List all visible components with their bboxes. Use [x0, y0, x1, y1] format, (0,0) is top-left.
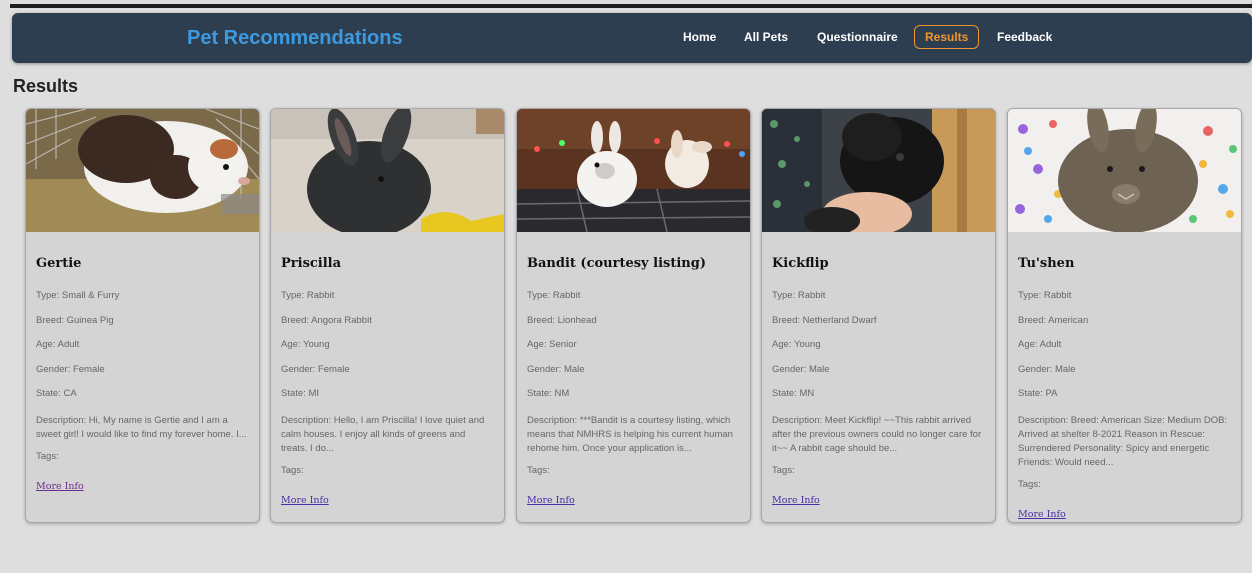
rabbit-photo: [1008, 109, 1241, 232]
pet-type: Type: Rabbit: [527, 290, 581, 301]
pet-type: Type: Small & Furry: [36, 290, 120, 301]
pet-card-priscilla: Priscilla Type: Rabbit Breed: Angora Rab…: [270, 108, 505, 523]
pet-state: State: PA: [1018, 388, 1058, 399]
more-info-link[interactable]: More Info: [772, 496, 820, 506]
pet-age: Age: Senior: [527, 339, 577, 350]
pet-breed: Breed: Guinea Pig: [36, 314, 114, 326]
pet-breed: Breed: American: [1018, 314, 1089, 326]
more-info-link[interactable]: More Info: [1018, 510, 1066, 520]
nav-link-questionnaire[interactable]: Questionnaire: [806, 25, 909, 49]
pet-breed: Breed: Netherland Dwarf: [772, 314, 877, 326]
pet-tags: Tags:: [1018, 478, 1041, 490]
pet-gender: Gender: Male: [1018, 363, 1076, 375]
pet-breed: Breed: Lionhead: [527, 314, 597, 326]
pet-tags: Tags:: [281, 464, 304, 476]
navbar: Pet Recommendations Home All Pets Questi…: [12, 13, 1252, 63]
pet-name: Kickflip: [772, 256, 829, 271]
pet-state: State: MN: [772, 388, 815, 399]
pet-card-tushen: Tu'shen Type: Rabbit Breed: American Age…: [1007, 108, 1242, 523]
pet-gender: Gender: Female: [281, 363, 350, 375]
pet-state: State: NM: [527, 388, 570, 399]
pet-card-gertie: Gertie Type: Small & Furry Breed: Guinea…: [25, 108, 260, 523]
pet-state: State: CA: [36, 388, 77, 399]
pet-name: Priscilla: [281, 256, 342, 271]
guinea-pig-photo: [26, 109, 259, 232]
pet-description: Description: ***Bandit is a courtesy lis…: [527, 414, 733, 454]
pet-age: Age: Young: [772, 339, 821, 350]
pet-card-kickflip: Kickflip Type: Rabbit Breed: Netherland …: [761, 108, 996, 523]
pet-name: Gertie: [36, 256, 82, 271]
pet-description: Description: Hello, I am Priscilla! I lo…: [281, 414, 485, 454]
pet-gender: Gender: Female: [36, 363, 105, 375]
top-border: [10, 4, 1252, 8]
nav-link-home[interactable]: Home: [672, 25, 727, 49]
rabbit-photo: [517, 109, 750, 232]
pet-type: Type: Rabbit: [1018, 290, 1072, 301]
pet-type: Type: Rabbit: [281, 290, 335, 301]
pet-tags: Tags:: [36, 450, 59, 462]
pet-state: State: MI: [281, 388, 320, 399]
nav-link-feedback[interactable]: Feedback: [986, 25, 1063, 49]
page-title: Results: [13, 76, 79, 96]
pet-gender: Gender: Male: [527, 363, 585, 375]
rabbit-photo: [762, 109, 995, 232]
nav-link-all-pets[interactable]: All Pets: [733, 25, 799, 49]
pet-description: Description: Meet Kickflip! ~~This rabbi…: [772, 414, 982, 454]
pet-card-bandit: Bandit (courtesy listing) Type: Rabbit B…: [516, 108, 751, 523]
pet-description: Description: Breed: American Size: Mediu…: [1018, 414, 1228, 468]
pet-breed: Breed: Angora Rabbit: [281, 314, 372, 326]
pet-type: Type: Rabbit: [772, 290, 826, 301]
pet-age: Age: Young: [281, 339, 330, 350]
pet-name: Tu'shen: [1018, 256, 1075, 271]
pet-age: Age: Adult: [36, 339, 80, 350]
pet-name: Bandit (courtesy listing): [527, 256, 706, 271]
more-info-link[interactable]: More Info: [36, 482, 84, 492]
pet-gender: Gender: Male: [772, 363, 830, 375]
pet-tags: Tags:: [772, 464, 795, 476]
pet-description: Description: Hi, My name is Gertie and I…: [36, 414, 247, 440]
nav-links: Home All Pets Questionnaire Results Feed…: [12, 13, 1252, 63]
nav-link-results[interactable]: Results: [914, 25, 980, 49]
pet-age: Age: Adult: [1018, 339, 1062, 350]
more-info-link[interactable]: More Info: [527, 496, 575, 506]
more-info-link[interactable]: More Info: [281, 496, 329, 506]
rabbit-photo: [271, 109, 504, 232]
pet-tags: Tags:: [527, 464, 550, 476]
